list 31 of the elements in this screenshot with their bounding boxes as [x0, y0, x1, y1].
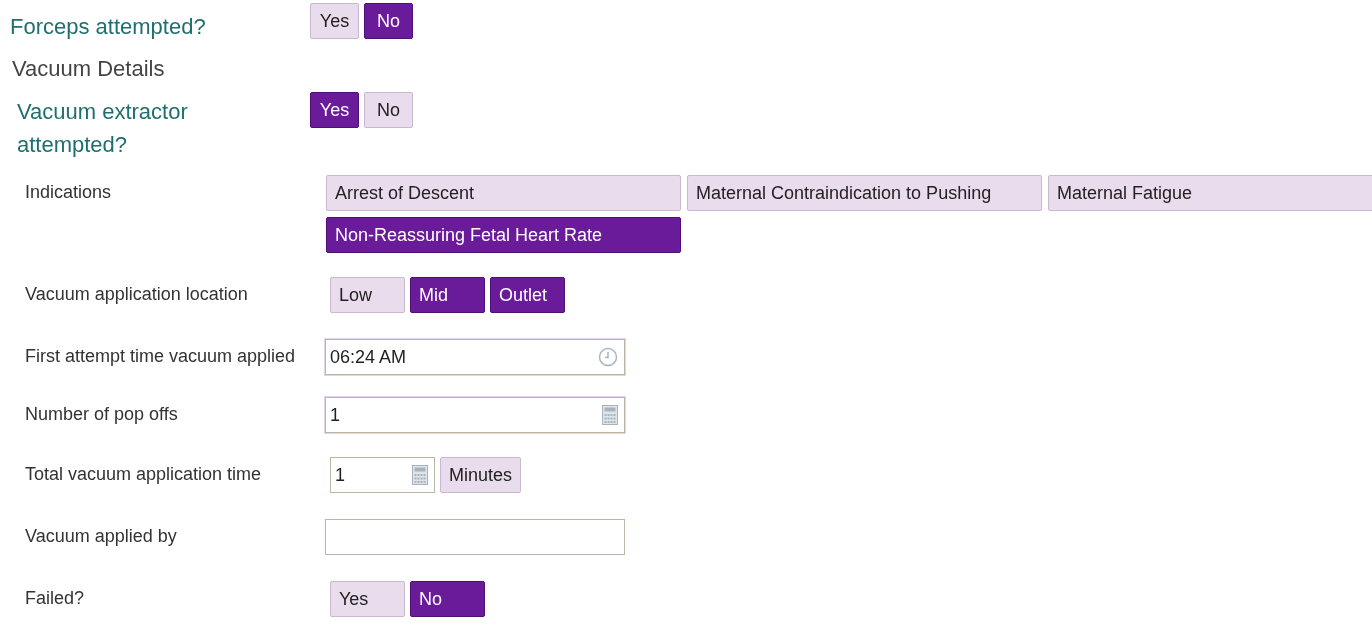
input-field[interactable]: 1 [330, 457, 435, 493]
option-button[interactable]: No [364, 3, 413, 39]
field-label: Failed? [25, 587, 86, 610]
input-field[interactable]: 06:24 AM [325, 339, 625, 375]
option-button[interactable]: Mid [410, 277, 485, 313]
field-label: Total vacuum application time [25, 463, 263, 486]
option-button[interactable]: Arrest of Descent [326, 175, 681, 211]
option-button[interactable]: Yes [310, 3, 359, 39]
field-label: Vacuum applied by [25, 525, 178, 548]
unit-label: Minutes [440, 457, 522, 493]
option-button[interactable]: No [364, 92, 413, 128]
option-button[interactable]: Yes [330, 581, 405, 617]
clock-icon[interactable] [598, 347, 618, 367]
option-button[interactable]: No [410, 581, 485, 617]
option-button[interactable]: Maternal Fatigue [1048, 175, 1372, 211]
field-label: Number of pop offs [25, 403, 179, 426]
field-label: Vacuum application location [25, 283, 249, 306]
input-field[interactable] [325, 519, 625, 555]
option-button[interactable]: Non-Reassuring Fetal Heart Rate [326, 217, 681, 253]
field-label: First attempt time vacuum applied [25, 345, 297, 368]
calculator-icon[interactable] [602, 405, 618, 425]
option-button[interactable]: Low [330, 277, 405, 313]
field-label: Indications [25, 181, 113, 204]
option-button[interactable]: Outlet [490, 277, 565, 313]
question-label: Vacuum extractor attempted? [16, 98, 189, 159]
calculator-icon[interactable] [412, 465, 428, 485]
option-button[interactable]: Maternal Contraindication to Pushing [687, 175, 1042, 211]
section-heading: Vacuum Details [11, 55, 166, 83]
question-label: Forceps attempted? [10, 13, 207, 41]
input-field[interactable]: 1 [325, 397, 625, 433]
option-button[interactable]: Yes [310, 92, 359, 128]
